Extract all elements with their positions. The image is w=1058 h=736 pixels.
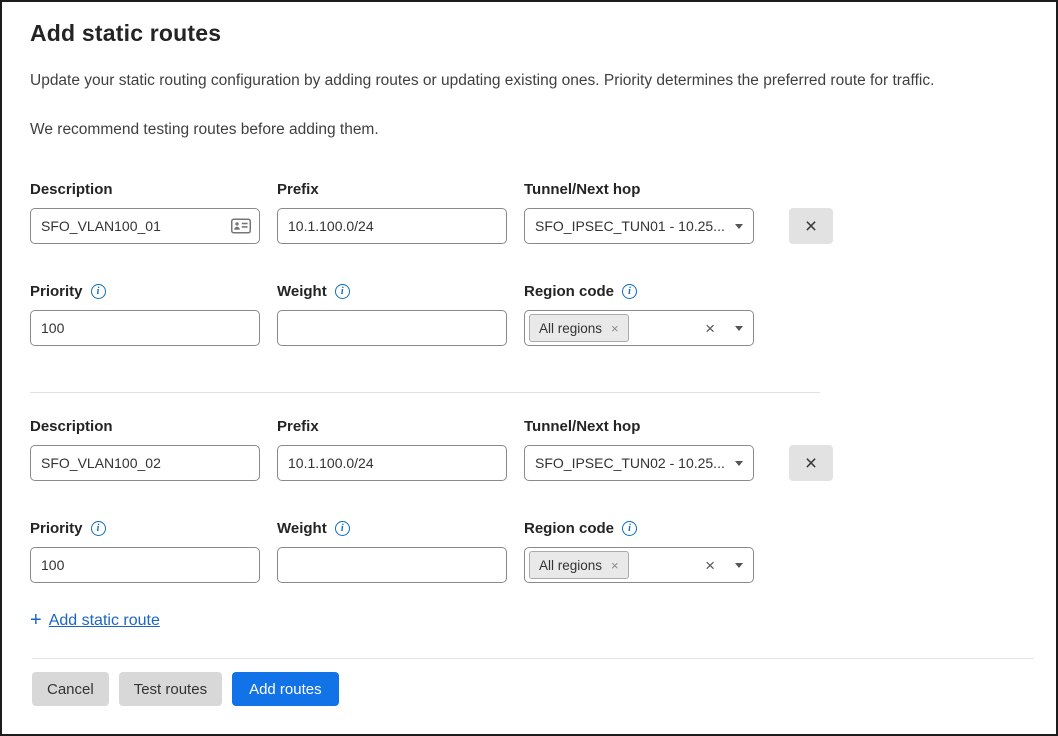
- tunnel-field-1: Tunnel/Next hop SFO_IPSEC_TUN01 - 10.25.…: [524, 180, 754, 244]
- description-field-1: Description: [30, 180, 260, 244]
- description-input[interactable]: [30, 445, 260, 481]
- tunnel-select[interactable]: SFO_IPSEC_TUN01 - 10.25...: [524, 208, 754, 244]
- info-icon[interactable]: i: [335, 284, 350, 299]
- info-icon[interactable]: i: [335, 521, 350, 536]
- dialog-note: We recommend testing routes before addin…: [30, 121, 1028, 139]
- tunnel-select-value: SFO_IPSEC_TUN01 - 10.25...: [535, 218, 727, 234]
- page-title: Add static routes: [30, 20, 1028, 47]
- route-1-bottom-row: Priority i Weight i Region code i: [30, 282, 1028, 346]
- priority-field-2: Priority i: [30, 519, 260, 583]
- prefix-label: Prefix: [277, 417, 507, 435]
- description-field-2: Description: [30, 417, 260, 481]
- route-group-2: Description Prefix Tunnel/Next hop SFO_I…: [30, 417, 1028, 583]
- prefix-input[interactable]: [277, 445, 507, 481]
- add-static-route-label: Add static route: [49, 612, 160, 630]
- tunnel-field-2: Tunnel/Next hop SFO_IPSEC_TUN02 - 10.25.…: [524, 417, 754, 481]
- priority-label: Priority: [30, 283, 83, 300]
- region-tag: All regions ×: [529, 314, 629, 342]
- remove-route-button[interactable]: ×: [789, 445, 833, 481]
- dialog-footer: Cancel Test routes Add routes: [32, 658, 1034, 706]
- tunnel-select-value: SFO_IPSEC_TUN02 - 10.25...: [535, 455, 727, 471]
- priority-input[interactable]: [30, 547, 260, 583]
- group-divider: [30, 392, 820, 393]
- description-label: Description: [30, 180, 260, 198]
- add-static-routes-dialog: Add static routes Update your static rou…: [0, 0, 1058, 736]
- region-multiselect[interactable]: All regions × ×: [524, 310, 754, 346]
- prefix-input[interactable]: [277, 208, 507, 244]
- info-icon[interactable]: i: [622, 284, 637, 299]
- priority-label: Priority: [30, 520, 83, 537]
- priority-input[interactable]: [30, 310, 260, 346]
- remove-route-button[interactable]: ×: [789, 208, 833, 244]
- add-static-route-link[interactable]: + Add static route: [30, 609, 160, 632]
- weight-label: Weight: [277, 520, 327, 537]
- dialog-description: Update your static routing configuration…: [30, 72, 1028, 90]
- remove-tag-icon[interactable]: ×: [611, 322, 619, 335]
- clear-selection-icon[interactable]: ×: [705, 320, 727, 337]
- info-icon[interactable]: i: [622, 521, 637, 536]
- priority-field-1: Priority i: [30, 282, 260, 346]
- weight-input[interactable]: [277, 310, 507, 346]
- test-routes-button[interactable]: Test routes: [119, 672, 222, 706]
- tunnel-label: Tunnel/Next hop: [524, 417, 754, 435]
- weight-field-2: Weight i: [277, 519, 507, 583]
- description-input[interactable]: [30, 208, 260, 244]
- route-2-top-row: Description Prefix Tunnel/Next hop SFO_I…: [30, 417, 1028, 481]
- remove-tag-icon[interactable]: ×: [611, 559, 619, 572]
- info-icon[interactable]: i: [91, 521, 106, 536]
- tunnel-select[interactable]: SFO_IPSEC_TUN02 - 10.25...: [524, 445, 754, 481]
- weight-field-1: Weight i: [277, 282, 507, 346]
- tunnel-label: Tunnel/Next hop: [524, 180, 754, 198]
- contact-card-icon[interactable]: [231, 219, 251, 234]
- prefix-field-2: Prefix: [277, 417, 507, 481]
- chevron-down-icon: [735, 461, 743, 466]
- plus-icon: +: [30, 609, 42, 632]
- region-field-1: Region code i All regions × ×: [524, 282, 754, 346]
- prefix-label: Prefix: [277, 180, 507, 198]
- region-tag: All regions ×: [529, 551, 629, 579]
- description-label: Description: [30, 417, 260, 435]
- region-tag-label: All regions: [539, 321, 602, 336]
- info-icon[interactable]: i: [91, 284, 106, 299]
- region-field-2: Region code i All regions × ×: [524, 519, 754, 583]
- cancel-button[interactable]: Cancel: [32, 672, 109, 706]
- chevron-down-icon: [735, 326, 743, 331]
- weight-input[interactable]: [277, 547, 507, 583]
- clear-selection-icon[interactable]: ×: [705, 557, 727, 574]
- route-group-1: Description Prefix: [30, 180, 1028, 346]
- chevron-down-icon: [735, 224, 743, 229]
- route-2-bottom-row: Priority i Weight i Region code i: [30, 519, 1028, 583]
- description-input-wrap: [30, 208, 260, 244]
- prefix-field-1: Prefix: [277, 180, 507, 244]
- region-code-label: Region code: [524, 283, 614, 300]
- add-routes-button[interactable]: Add routes: [232, 672, 339, 706]
- region-code-label: Region code: [524, 520, 614, 537]
- chevron-down-icon: [735, 563, 743, 568]
- weight-label: Weight: [277, 283, 327, 300]
- region-multiselect[interactable]: All regions × ×: [524, 547, 754, 583]
- region-tag-label: All regions: [539, 558, 602, 573]
- route-1-top-row: Description Prefix: [30, 180, 1028, 244]
